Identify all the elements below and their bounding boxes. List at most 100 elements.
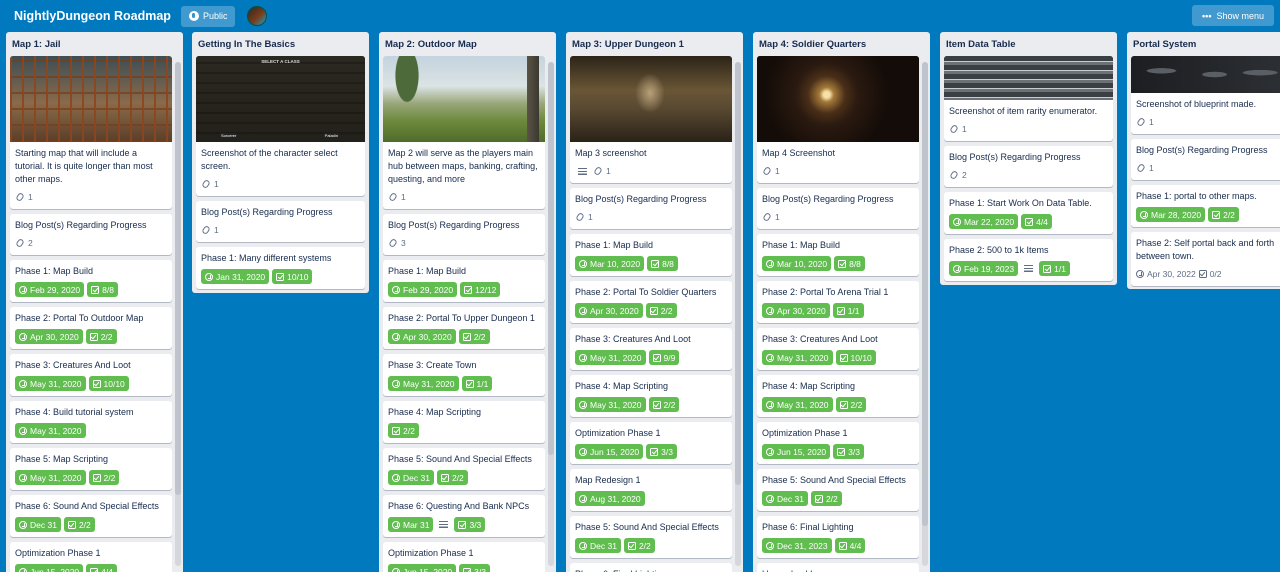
- card[interactable]: Phase 2: Portal To Upper Dungeon 1 Apr 30…: [383, 307, 545, 349]
- card[interactable]: Phase 2: Self portal back and forth betw…: [1131, 232, 1280, 286]
- card[interactable]: Optimization Phase 1 Jun 15, 2020 3/3: [383, 542, 545, 572]
- card[interactable]: Phase 5: Map Scripting May 31, 2020 2/2: [10, 448, 172, 490]
- member-avatar[interactable]: [247, 6, 268, 26]
- card[interactable]: Phase 2: Portal To Outdoor Map Apr 30, 20…: [10, 307, 172, 349]
- card[interactable]: Phase 1: Many different systems Jan 31, 2…: [196, 247, 365, 289]
- due-date-badge[interactable]: May 31, 2020: [762, 397, 833, 412]
- due-date-badge[interactable]: Jan 31, 2020: [201, 269, 270, 284]
- card[interactable]: SELECT A CLASS Sorcerer Paladin Screenshot …: [196, 56, 365, 196]
- due-date-badge[interactable]: Dec 31: [575, 538, 621, 553]
- due-date-badge[interactable]: May 31, 2020: [388, 376, 459, 391]
- card[interactable]: Phase 4: Map Scripting 2/2: [383, 401, 545, 443]
- list-title[interactable]: Map 3: Upper Dungeon 1: [566, 32, 743, 56]
- card[interactable]: Map 3 screenshot 1: [570, 56, 732, 183]
- card[interactable]: Optimization Phase 1 Jun 15, 2020 4/4: [10, 542, 172, 572]
- due-date-badge[interactable]: May 31, 2020: [15, 470, 86, 485]
- card[interactable]: Phase 4: Build tutorial system May 31, 20…: [10, 401, 172, 443]
- card[interactable]: Phase 1: portal to other maps. Mar 28, 20…: [1131, 185, 1280, 227]
- due-date-badge[interactable]: Apr 30, 2020: [762, 303, 830, 318]
- due-date-badge[interactable]: Jun 15, 2020: [388, 564, 457, 572]
- card[interactable]: Phase 1: Map Build Feb 29, 2020 8/8: [10, 260, 172, 302]
- list-title[interactable]: Map 1: Jail: [6, 32, 183, 56]
- card[interactable]: Phase 4: Map Scripting May 31, 2020 2/2: [757, 375, 919, 417]
- due-date-badge[interactable]: Mar 31: [388, 517, 434, 532]
- list-scrollbar[interactable]: [175, 62, 181, 566]
- due-date-badge[interactable]: Dec 31, 2023: [762, 538, 832, 553]
- due-date-badge[interactable]: May 31, 2020: [15, 423, 86, 438]
- list-scrollbar[interactable]: [922, 62, 928, 566]
- card[interactable]: Phase 2: 500 to 1k Items Feb 19, 2023 1/1: [944, 239, 1113, 281]
- card[interactable]: Map Redesign 1 Aug 31, 2020: [570, 469, 732, 511]
- card[interactable]: Phase 2: Portal To Arena Trial 1 Apr 30, …: [757, 281, 919, 323]
- due-date-badge[interactable]: Jun 15, 2020: [575, 444, 644, 459]
- due-date-badge[interactable]: Feb 29, 2020: [15, 282, 85, 297]
- card[interactable]: Phase 6: Questing And Bank NPCs Mar 31 3/3: [383, 495, 545, 537]
- card[interactable]: Screenshot of item rarity enumerator. 1: [944, 56, 1113, 141]
- card[interactable]: Phase 6: Final Lighting: [570, 563, 732, 572]
- card[interactable]: Blog Post(s) Regarding Progress 1: [757, 188, 919, 229]
- card[interactable]: Phase 6: Sound And Special Effects Dec 31…: [10, 495, 172, 537]
- list-scrollbar[interactable]: [548, 62, 554, 566]
- card[interactable]: Blog Post(s) Regarding Progress 1: [570, 188, 732, 229]
- list-title[interactable]: Getting In The Basics: [192, 32, 369, 56]
- card[interactable]: Optimization Phase 1 Jun 15, 2020 3/3: [570, 422, 732, 464]
- card[interactable]: Phase 5: Sound And Special Effects Dec 31…: [757, 469, 919, 511]
- card[interactable]: Blog Post(s) Regarding Progress 1: [1131, 139, 1280, 180]
- due-date-badge[interactable]: May 31, 2020: [575, 397, 646, 412]
- due-date-badge[interactable]: Apr 30, 2020: [388, 329, 456, 344]
- due-date-badge[interactable]: Apr 30, 2022: [1136, 267, 1196, 281]
- card[interactable]: Phase 1: Map Build Feb 29, 2020 12/12: [383, 260, 545, 302]
- due-date-badge[interactable]: Jun 15, 2020: [15, 564, 84, 572]
- card[interactable]: Blog Post(s) Regarding Progress 2: [944, 146, 1113, 187]
- visibility-button[interactable]: Public: [180, 5, 236, 27]
- card[interactable]: Starting map that will include a tutoria…: [10, 56, 172, 209]
- card[interactable]: Optimization Phase 1 Jun 15, 2020 3/3: [757, 422, 919, 464]
- due-date-badge[interactable]: Dec 31: [388, 470, 434, 485]
- list-title[interactable]: Map 4: Soldier Quarters: [753, 32, 930, 56]
- card[interactable]: Map 2 will serve as the players main hub…: [383, 56, 545, 209]
- card[interactable]: Blog Post(s) Regarding Progress 2: [10, 214, 172, 255]
- card[interactable]: Phase 2: Portal To Soldier Quarters Apr 3…: [570, 281, 732, 323]
- list-scrollbar[interactable]: [735, 62, 741, 566]
- card[interactable]: Phase 5: Sound And Special Effects Dec 31…: [570, 516, 732, 558]
- due-date-badge[interactable]: Dec 31: [15, 517, 61, 532]
- card[interactable]: Screenshot of blueprint made. 1: [1131, 56, 1280, 134]
- due-date-badge[interactable]: Mar 22, 2020: [949, 214, 1019, 229]
- card[interactable]: Phase 6: Final Lighting Dec 31, 2023 4/4: [757, 516, 919, 558]
- list-title[interactable]: Portal System: [1127, 32, 1280, 56]
- due-date-badge[interactable]: Apr 30, 2020: [15, 329, 83, 344]
- show-menu-button[interactable]: ••• Show menu: [1192, 5, 1274, 26]
- due-date-badge[interactable]: Jun 15, 2020: [762, 444, 831, 459]
- board-title[interactable]: NightlyDungeon Roadmap: [14, 5, 171, 27]
- card[interactable]: Blog Post(s) Regarding Progress 1: [196, 201, 365, 242]
- card[interactable]: Phase 3: Creatures And Loot May 31, 2020 1…: [757, 328, 919, 370]
- card[interactable]: Map 4 Screenshot 1: [757, 56, 919, 183]
- scrollbar-thumb[interactable]: [175, 62, 181, 496]
- due-date-badge[interactable]: Mar 28, 2020: [1136, 207, 1206, 222]
- card[interactable]: Phase 3: Create Town May 31, 2020 1/1: [383, 354, 545, 396]
- card[interactable]: Phase 4: Map Scripting May 31, 2020 2/2: [570, 375, 732, 417]
- list-title[interactable]: Item Data Table: [940, 32, 1117, 56]
- due-date-badge[interactable]: Feb 19, 2023: [949, 261, 1019, 276]
- card[interactable]: Blog Post(s) Regarding Progress 3: [383, 214, 545, 255]
- scrollbar-thumb[interactable]: [735, 62, 741, 486]
- card[interactable]: Phase 3: Creatures And Loot May 31, 2020 9…: [570, 328, 732, 370]
- due-date-badge[interactable]: Dec 31: [762, 491, 808, 506]
- due-date-badge[interactable]: Mar 10, 2020: [762, 256, 832, 271]
- due-date-badge[interactable]: May 31, 2020: [762, 350, 833, 365]
- due-date-badge[interactable]: May 31, 2020: [575, 350, 646, 365]
- due-date-badge[interactable]: Mar 10, 2020: [575, 256, 645, 271]
- due-date-badge[interactable]: May 31, 2020: [15, 376, 86, 391]
- due-date-badge[interactable]: Apr 30, 2020: [575, 303, 643, 318]
- scrollbar-thumb[interactable]: [548, 62, 554, 456]
- card[interactable]: Phase 1: Start Work On Data Table. Mar 22…: [944, 192, 1113, 234]
- card[interactable]: Phase 1: Map Build Mar 10, 2020 8/8: [570, 234, 732, 276]
- card[interactable]: Phase 3: Creatures And Loot May 31, 2020 1…: [10, 354, 172, 396]
- card[interactable]: Phase 1: Map Build Mar 10, 2020 8/8: [757, 234, 919, 276]
- due-date-badge[interactable]: Aug 31, 2020: [575, 491, 645, 506]
- list-title[interactable]: Map 2: Outdoor Map: [379, 32, 556, 56]
- due-date-badge[interactable]: Feb 29, 2020: [388, 282, 458, 297]
- card[interactable]: Unresolved Issues: [757, 563, 919, 572]
- card[interactable]: Phase 5: Sound And Special Effects Dec 31…: [383, 448, 545, 490]
- scrollbar-thumb[interactable]: [922, 62, 928, 526]
